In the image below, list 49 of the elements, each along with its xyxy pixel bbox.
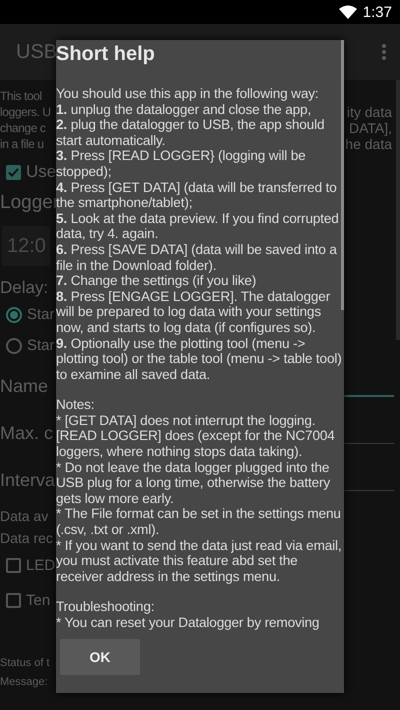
- help-step: 2. plug the datalogger to USB, the app should start automatically.: [56, 117, 344, 148]
- description-text: DATA],: [348, 120, 393, 136]
- radio-label: Star: [27, 337, 55, 354]
- troubleshooting-heading: Troubleshooting:: [56, 599, 156, 615]
- data-text: Data rec: [0, 530, 53, 546]
- note-text: * If you want to send the data just read via email, you must activate this feature abd set the receiver address in the settings menu.: [56, 538, 343, 584]
- help-step: 6. Press [SAVE DATA] (data will be saved into a file in the Download folder).: [56, 242, 344, 274]
- checkbox[interactable]: [6, 593, 21, 608]
- more-options-icon[interactable]: [382, 44, 386, 60]
- wifi-icon: [338, 5, 357, 19]
- radio-button[interactable]: [6, 338, 22, 354]
- note-text: * [GET DATA] does not interrupt the logging. [READ LOGGER] does (except for the NC7004 loggers, where nothing stops data taking).: [56, 412, 336, 460]
- help-step: 4. Press [GET DATA] (data will be transferred to the smartphone/tablet);: [56, 180, 344, 211]
- note-text: * You can reset your Datalogger by removing: [56, 615, 320, 631]
- scrollbar[interactable]: [341, 40, 344, 310]
- data-text: Data av: [0, 508, 48, 524]
- help-step: 1. unplug the datalogger and close the app,: [56, 102, 344, 118]
- ok-button[interactable]: OK: [60, 639, 140, 675]
- help-step: 3. Press [READ LOGGER} (logging will be stopped);: [56, 148, 344, 180]
- note-text: * Do not leave the data logger plugged into the USB plug for a long time, otherwise the battery gets low more early.: [56, 460, 332, 506]
- checkbox-label: Ten: [26, 592, 50, 609]
- description-text: he data: [345, 136, 393, 152]
- description-text: ity data: [346, 104, 393, 120]
- checkbox-label: Use: [26, 162, 56, 182]
- dialog-title: Short help: [56, 42, 156, 67]
- description-text: loggers. U: [0, 105, 51, 119]
- status-text: Message:: [0, 676, 48, 688]
- radio-button[interactable]: [6, 306, 22, 322]
- help-text: You should use this app in the following way:: [56, 86, 320, 102]
- delay-label: Delay:: [0, 278, 48, 297]
- help-step: 7. Change the settings (if you like): [56, 273, 344, 289]
- field-label: Name: [0, 376, 48, 396]
- checkbox[interactable]: [6, 164, 21, 180]
- help-step: 8. Press [ENGAGE LOGGER]. The datalogger will be prepared to log data with your settings now, and starts to log data (if configures so).: [56, 288, 344, 336]
- status-text: Status of t: [0, 657, 50, 669]
- field-label: Max. c: [0, 423, 54, 443]
- checkbox[interactable]: [6, 558, 21, 573]
- radio-label: Star: [27, 306, 55, 323]
- notes-heading: Notes:: [56, 397, 96, 413]
- app-title: USB: [16, 40, 58, 64]
- status-time: 1:37: [362, 4, 392, 20]
- description-text: change c: [0, 121, 46, 135]
- description-text: in a file u: [0, 137, 44, 151]
- description-text: This tool: [0, 89, 42, 103]
- note-text: * The File format can be set in the settings menu (.csv, .txt or .xml).: [56, 506, 342, 538]
- help-step: 9. Optionally use the plotting tool (menu -> plotting tool) or the table tool (menu -> table tool) to examine all saved data.: [56, 336, 344, 382]
- help-step: 5. Look at the data preview. If you find corrupted data, try 4. again.: [56, 210, 344, 242]
- field-label: Interva: [0, 470, 56, 490]
- checkbox-label: LED: [26, 557, 56, 574]
